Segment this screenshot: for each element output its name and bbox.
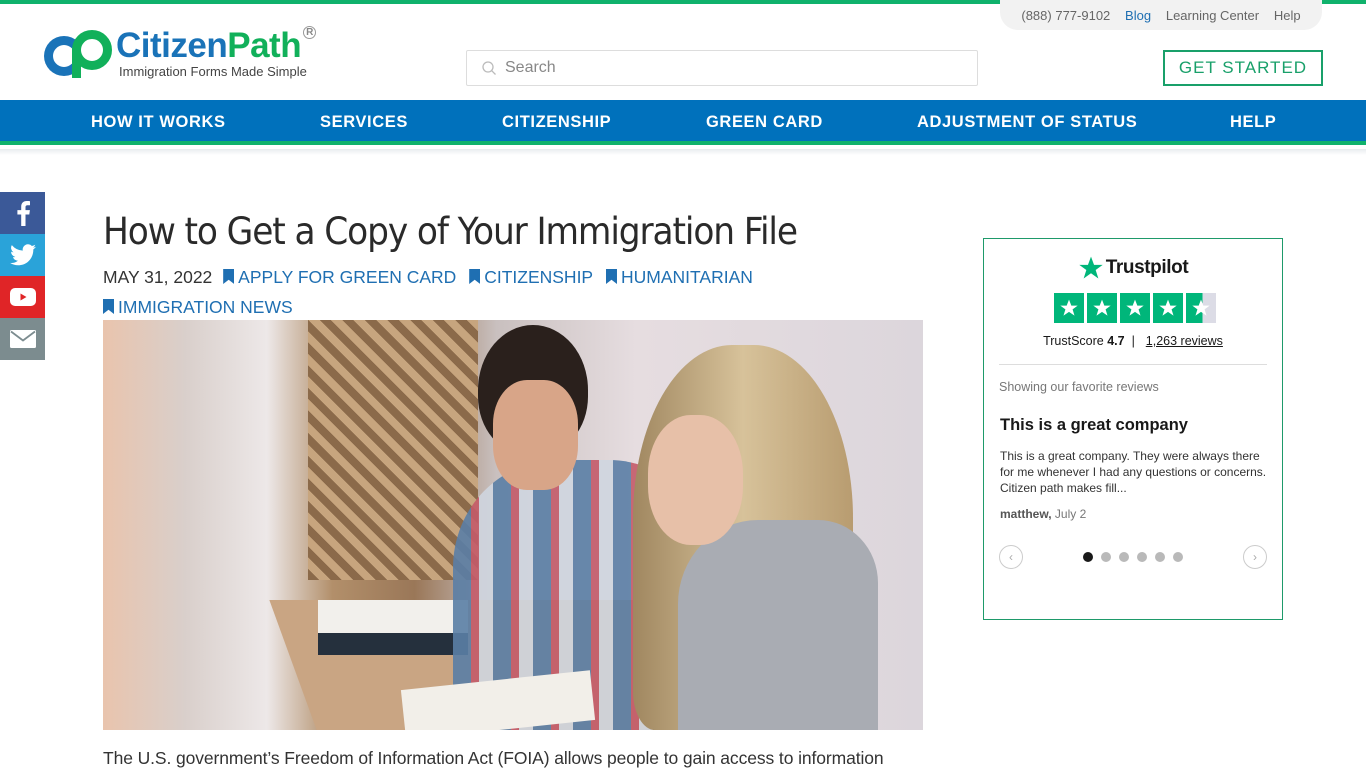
youtube-icon [9, 288, 36, 306]
search-input[interactable] [505, 59, 945, 77]
facebook-icon [16, 201, 30, 226]
carousel-dot[interactable] [1119, 552, 1129, 562]
trustpilot-brand[interactable]: Trustpilot [984, 255, 1282, 281]
carousel-next-button[interactable]: › [1243, 545, 1267, 569]
category-link[interactable]: APPLY FOR GREEN CARD [223, 267, 456, 287]
logo-tagline: Immigration Forms Made Simple [119, 64, 307, 79]
main-nav: HOW IT WORKS SERVICES CITIZENSHIP GREEN … [0, 100, 1366, 145]
rating-half-star-icon [1186, 293, 1216, 323]
carousel-dot[interactable] [1101, 552, 1111, 562]
citizenpath-logo[interactable]: CitizenPath R Immigration Forms Made Simp… [44, 26, 316, 80]
article-intro-paragraph: The U.S. government’s Freedom of Informa… [103, 748, 884, 768]
carousel-dot[interactable] [1155, 552, 1165, 562]
chevron-right-icon: › [1253, 550, 1257, 564]
logo-wordmark: CitizenPath R [116, 26, 316, 63]
chevron-left-icon: ‹ [1009, 550, 1013, 564]
nav-shadow [0, 149, 1366, 155]
trustpilot-star-icon [1079, 256, 1103, 279]
facebook-share-button[interactable] [0, 192, 45, 234]
phone-number[interactable]: (888) 777-9102 [1021, 8, 1110, 23]
nav-item-adjustment-of-status[interactable]: ADJUSTMENT OF STATUS [917, 113, 1137, 132]
utility-link-blog[interactable]: Blog [1125, 8, 1151, 23]
trustscore: TrustScore 4.7 | 1,263 reviews [1043, 334, 1223, 348]
carousel-dot[interactable] [1083, 552, 1093, 562]
showing-label: Showing our favorite reviews [999, 380, 1159, 394]
utility-link-help[interactable]: Help [1274, 8, 1301, 23]
category-link[interactable]: CITIZENSHIP [469, 267, 593, 287]
carousel-prev-button[interactable]: ‹ [999, 545, 1023, 569]
search-box[interactable] [466, 50, 978, 86]
star-rating [1054, 293, 1216, 323]
email-icon [9, 330, 36, 348]
twitter-share-button[interactable] [0, 234, 45, 276]
carousel-dot[interactable] [1137, 552, 1147, 562]
trustpilot-widget: Trustpilot TrustScore 4.7 | 1,263 review… [983, 238, 1283, 620]
logo-mark-icon [44, 26, 114, 80]
review-title[interactable]: This is a great company [1000, 416, 1188, 435]
category-link[interactable]: HUMANITARIAN [605, 267, 753, 287]
email-share-button[interactable] [0, 318, 45, 360]
reviews-count-link[interactable]: 1,263 reviews [1146, 334, 1223, 348]
carousel-dots [1083, 552, 1183, 562]
nav-item-citizenship[interactable]: CITIZENSHIP [502, 113, 611, 132]
nav-item-green-card[interactable]: GREEN CARD [706, 113, 823, 132]
utility-bar: (888) 777-9102 Blog Learning Center Help [1000, 0, 1322, 30]
nav-item-help[interactable]: HELP [1230, 113, 1276, 132]
registered-mark: R [303, 26, 316, 39]
rating-star-icon [1054, 293, 1084, 323]
bookmark-icon [103, 299, 114, 314]
nav-item-services[interactable]: SERVICES [320, 113, 408, 132]
carousel-dot[interactable] [1173, 552, 1183, 562]
youtube-share-button[interactable] [0, 276, 45, 318]
review-author: matthew, July 2 [1000, 507, 1087, 521]
divider [999, 364, 1267, 365]
bookmark-icon [223, 269, 235, 284]
twitter-icon [9, 244, 36, 266]
article-hero-image [103, 320, 923, 730]
article-title: How to Get a Copy of Your Immigration Fi… [103, 210, 798, 253]
category-link[interactable]: IMMIGRATION NEWS [103, 297, 293, 317]
bookmark-icon [605, 269, 617, 284]
utility-link-learning-center[interactable]: Learning Center [1166, 8, 1259, 23]
article-date: MAY 31, 2022 [103, 267, 213, 287]
social-share-bar [0, 192, 45, 360]
rating-star-icon [1120, 293, 1150, 323]
article-meta: MAY 31, 2022 APPLY FOR GREEN CARD CITIZE… [103, 262, 803, 322]
bookmark-icon [469, 269, 481, 284]
review-body[interactable]: This is a great company. They were alway… [1000, 448, 1272, 496]
rating-star-icon [1153, 293, 1183, 323]
rating-star-icon [1087, 293, 1117, 323]
search-icon [482, 61, 496, 75]
nav-item-how-it-works[interactable]: HOW IT WORKS [91, 113, 226, 132]
get-started-button[interactable]: GET STARTED [1163, 50, 1323, 86]
